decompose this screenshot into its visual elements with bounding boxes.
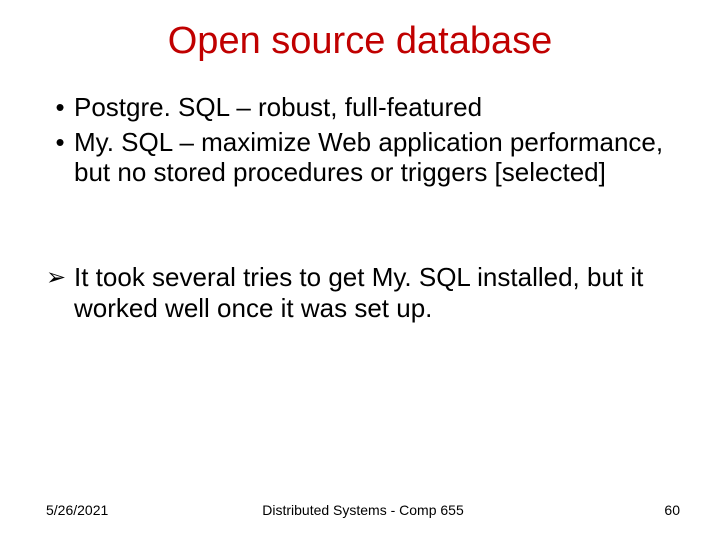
arrow-bullet-item: ➢ It took several tries to get My. SQL i… (46, 262, 680, 323)
arrow-bullet-text: It took several tries to get My. SQL ins… (74, 262, 680, 323)
footer-date: 5/26/2021 (46, 502, 108, 518)
bullet-text: Postgre. SQL – robust, full-featured (74, 92, 680, 123)
slide-footer: 5/26/2021 Distributed Systems - Comp 655… (46, 502, 680, 518)
bullet-marker-icon: • (46, 127, 74, 188)
footer-page-number: 60 (664, 502, 680, 518)
slide-body: • Postgre. SQL – robust, full-featured •… (46, 92, 680, 323)
bullet-marker-icon: • (46, 92, 74, 123)
bullet-item: • Postgre. SQL – robust, full-featured (46, 92, 680, 123)
slide: Open source database • Postgre. SQL – ro… (0, 0, 720, 540)
bullet-item: • My. SQL – maximize Web application per… (46, 127, 680, 188)
slide-title: Open source database (0, 20, 720, 63)
bullet-text: My. SQL – maximize Web application perfo… (74, 127, 680, 188)
arrow-marker-icon: ➢ (46, 264, 74, 325)
footer-title: Distributed Systems - Comp 655 (46, 502, 680, 518)
